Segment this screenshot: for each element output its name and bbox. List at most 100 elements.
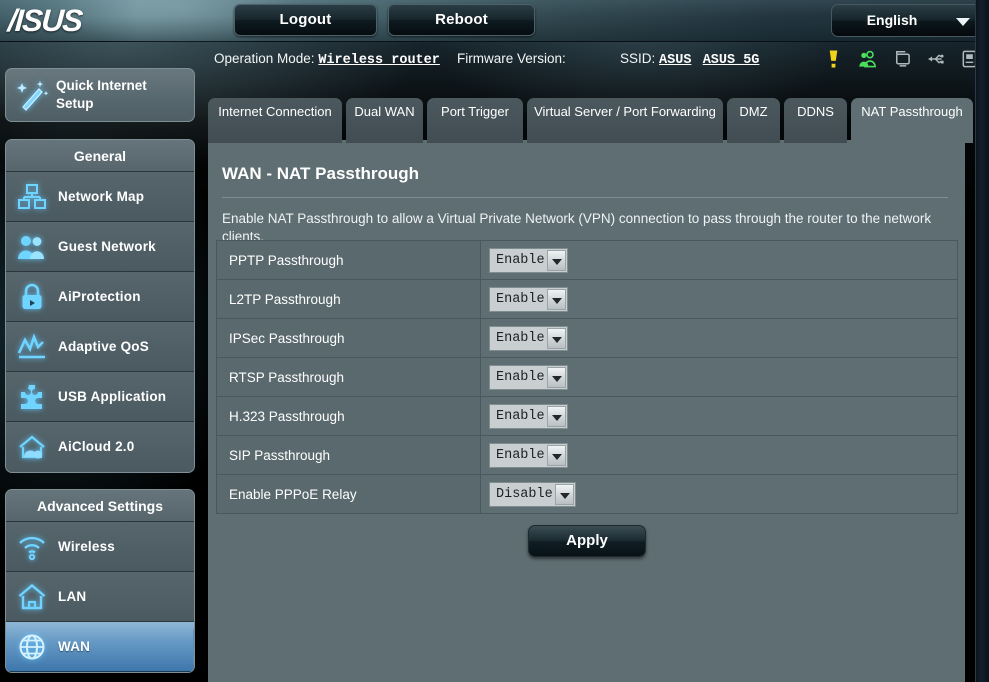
- sidebar-label-aiprotection: AiProtection: [58, 289, 141, 304]
- chevron-down-icon: [956, 18, 970, 26]
- setting-select[interactable]: Enable: [489, 443, 568, 468]
- chevron-down-icon[interactable]: [546, 406, 566, 427]
- tab-port-trigger[interactable]: Port Trigger: [427, 98, 523, 143]
- chevron-down-icon[interactable]: [554, 484, 574, 505]
- sidebar-item-wireless[interactable]: Wireless: [6, 522, 194, 572]
- operation-mode-info: Operation Mode: Wireless router: [214, 51, 440, 68]
- page-title: WAN - NAT Passthrough: [222, 164, 420, 183]
- sidebar: Quick Internet Setup General Network Map: [5, 68, 195, 682]
- sidebar-label-lan: LAN: [58, 589, 87, 604]
- sidebar-item-quick-internet-setup[interactable]: Quick Internet Setup: [5, 68, 195, 122]
- setting-control-cell: Enable: [480, 357, 958, 397]
- setting-select[interactable]: Disable: [489, 482, 576, 507]
- title-divider: [222, 197, 948, 198]
- logout-button[interactable]: Logout: [234, 4, 377, 36]
- chevron-down-icon[interactable]: [546, 289, 566, 310]
- network-map-icon: [18, 184, 46, 209]
- tab-dmz[interactable]: DMZ: [727, 98, 780, 143]
- status-icon-tray: [824, 49, 979, 69]
- tab-ddns[interactable]: DDNS: [784, 98, 847, 143]
- sidebar-label-aicloud: AiCloud 2.0: [58, 439, 135, 454]
- sidebar-label-adaptive-qos: Adaptive QoS: [58, 339, 149, 354]
- nat-passthrough-table: PPTP Passthrough Enable L2TP Passthrough En…: [216, 240, 958, 514]
- setting-select[interactable]: Enable: [489, 287, 568, 312]
- monitor-icon[interactable]: [892, 49, 911, 69]
- setting-select[interactable]: Enable: [489, 404, 568, 429]
- globe-icon: [19, 634, 45, 660]
- setting-select[interactable]: Enable: [489, 248, 568, 273]
- chevron-down-icon[interactable]: [546, 445, 566, 466]
- puzzle-icon: [21, 385, 42, 409]
- chevron-down-icon[interactable]: [546, 250, 566, 271]
- setting-label: L2TP Passthrough: [216, 279, 481, 319]
- usb-icon[interactable]: [926, 49, 945, 69]
- setting-control-cell: Disable: [480, 474, 958, 514]
- clients-icon[interactable]: [858, 49, 877, 69]
- operation-mode-value[interactable]: Wireless router: [318, 53, 440, 68]
- setting-control-cell: Enable: [480, 240, 958, 280]
- right-gutter: [975, 0, 989, 682]
- setting-label: IPSec Passthrough: [216, 318, 481, 358]
- setting-control-cell: Enable: [480, 318, 958, 358]
- table-row: L2TP Passthrough Enable: [216, 279, 958, 319]
- tab-dual-wan[interactable]: Dual WAN: [346, 98, 423, 143]
- setting-label: RTSP Passthrough: [216, 357, 481, 397]
- setting-label: Enable PPPoE Relay: [216, 474, 481, 514]
- sidebar-item-guest-network[interactable]: Guest Network: [6, 222, 194, 272]
- table-row: RTSP Passthrough Enable: [216, 357, 958, 397]
- table-row: Enable PPPoE Relay Disable: [216, 474, 958, 514]
- sidebar-group-title-general: General: [6, 140, 194, 172]
- chevron-down-icon[interactable]: [546, 367, 566, 388]
- setting-control-cell: Enable: [480, 435, 958, 475]
- setting-label: SIP Passthrough: [216, 435, 481, 475]
- wifi-icon: [19, 536, 45, 561]
- sidebar-item-aicloud[interactable]: AiCloud 2.0: [6, 422, 194, 472]
- firmware-version-label: Firmware Version:: [457, 51, 566, 66]
- ssid-2g-link[interactable]: ASUS: [659, 53, 691, 68]
- sidebar-item-network-map[interactable]: Network Map: [6, 172, 194, 222]
- ssid-5g-link[interactable]: ASUS_5G: [703, 53, 760, 68]
- language-selector[interactable]: English: [831, 4, 983, 37]
- table-row: PPTP Passthrough Enable: [216, 240, 958, 280]
- setting-select[interactable]: Enable: [489, 365, 568, 390]
- table-row: IPSec Passthrough Enable: [216, 318, 958, 358]
- alert-icon[interactable]: [824, 49, 843, 69]
- sidebar-label-wireless: Wireless: [58, 539, 116, 554]
- ssid-label: SSID:: [620, 51, 656, 66]
- sidebar-item-adaptive-qos[interactable]: Adaptive QoS: [6, 322, 194, 372]
- sidebar-item-lan[interactable]: LAN: [6, 572, 194, 622]
- apply-row: Apply: [216, 525, 958, 557]
- sidebar-group-advanced: Advanced Settings Wireless LAN WAN: [5, 489, 195, 673]
- sidebar-group-title-advanced: Advanced Settings: [6, 490, 194, 522]
- sidebar-item-usb-application[interactable]: USB Application: [6, 372, 194, 422]
- setting-control-cell: Enable: [480, 279, 958, 319]
- setting-label: PPTP Passthrough: [216, 240, 481, 280]
- ssid-info: SSID: ASUS ASUS_5G: [620, 51, 759, 68]
- content-panel: WAN - NAT Passthrough Enable NAT Passthr…: [208, 140, 965, 682]
- sidebar-label-usb-application: USB Application: [58, 389, 167, 404]
- lock-icon: [22, 283, 42, 309]
- sidebar-label-guest-network: Guest Network: [58, 239, 156, 254]
- tab-internet-connection[interactable]: Internet Connection: [208, 98, 342, 143]
- firmware-version-info: Firmware Version:: [457, 51, 566, 68]
- asus-logo: /ISUS: [6, 3, 83, 38]
- setting-select[interactable]: Enable: [489, 326, 568, 351]
- router-admin-window: /ISUS Logout Reboot English Operation Mo…: [0, 0, 989, 682]
- table-row: SIP Passthrough Enable: [216, 435, 958, 475]
- home-icon: [18, 583, 46, 610]
- tab-nat-passthrough[interactable]: NAT Passthrough: [851, 98, 973, 143]
- tab-virtual-server-port-forwarding[interactable]: Virtual Server / Port Forwarding: [527, 98, 723, 143]
- language-label: English: [866, 12, 918, 28]
- sidebar-item-aiprotection[interactable]: AiProtection: [6, 272, 194, 322]
- sidebar-label-network-map: Network Map: [58, 189, 145, 204]
- sidebar-item-wan[interactable]: WAN: [6, 622, 194, 672]
- wand-icon: [17, 81, 49, 111]
- sidebar-label-wan: WAN: [58, 639, 91, 654]
- apply-button[interactable]: Apply: [528, 525, 646, 557]
- reboot-button[interactable]: Reboot: [388, 4, 535, 36]
- cloud-home-icon: [19, 435, 45, 459]
- operation-mode-label: Operation Mode:: [214, 51, 315, 66]
- guest-users-icon: [18, 236, 44, 259]
- chevron-down-icon[interactable]: [546, 328, 566, 349]
- setting-label: H.323 Passthrough: [216, 396, 481, 436]
